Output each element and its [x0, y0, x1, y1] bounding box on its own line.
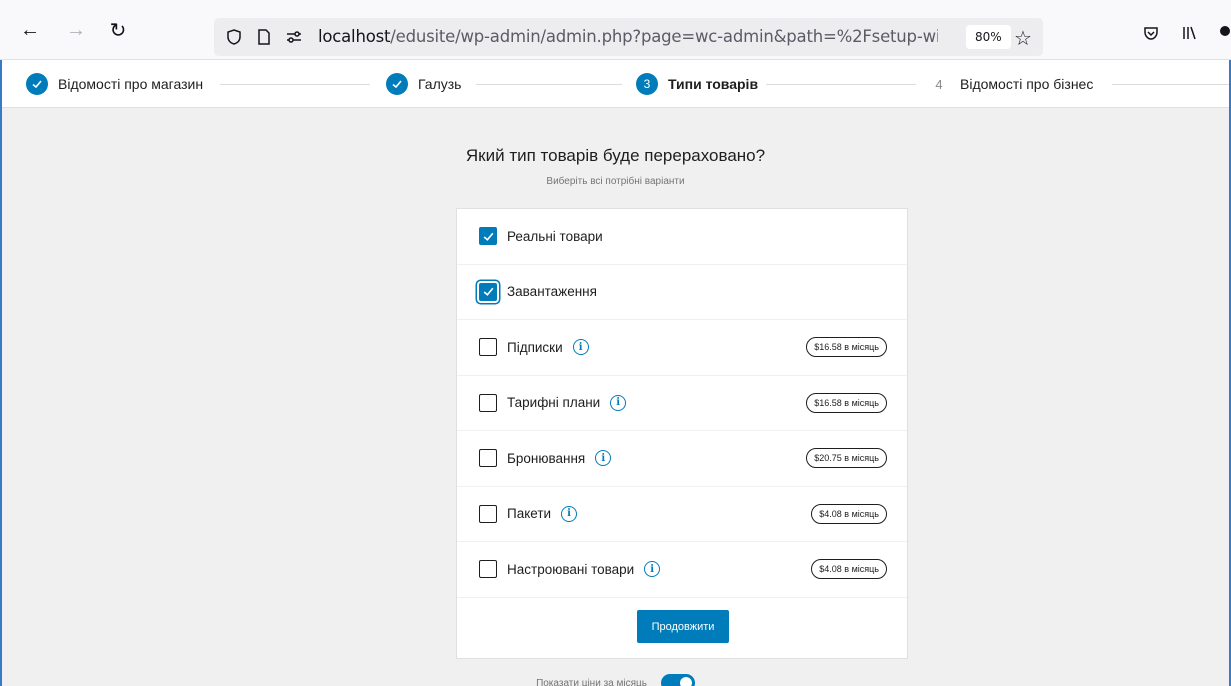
zoom-level[interactable]: 80%: [966, 25, 1011, 49]
option-memberships[interactable]: Тарифні плани i $16.58 в місяць: [457, 376, 907, 431]
toggle-label: Показати ціни за місяць: [536, 677, 647, 686]
step-label: Відомості про бізнес: [960, 76, 1094, 92]
info-icon[interactable]: i: [644, 561, 661, 578]
page-icon[interactable]: [254, 27, 274, 47]
step-label: Відомості про магазин: [58, 76, 204, 92]
info-icon[interactable]: i: [610, 394, 627, 411]
page-content: Відомості про магазин Галузь 3 Типи това…: [0, 60, 1231, 686]
back-icon[interactable]: ←: [14, 14, 46, 46]
product-types-card: Реальні товари Завантаження Підписки i $1…: [456, 208, 908, 659]
step-store-details[interactable]: Відомості про магазин: [26, 73, 203, 95]
option-customizable[interactable]: Настроювані товари i $4.08 в місяць: [457, 542, 907, 598]
option-bundles[interactable]: Пакети i $4.08 в місяць: [457, 487, 907, 542]
option-subscriptions[interactable]: Підписки i $16.58 в місяць: [457, 320, 907, 376]
info-icon[interactable]: i: [561, 505, 578, 522]
url-bar[interactable]: localhost/edusite/wp-admin/admin.php?pag…: [214, 18, 1043, 56]
permissions-icon[interactable]: [284, 27, 304, 47]
option-downloads[interactable]: Завантаження: [457, 265, 907, 320]
step-number: 4: [935, 76, 943, 92]
price-badge: $16.58 в місяць: [806, 337, 887, 358]
check-icon: [386, 73, 408, 95]
step-connector: [220, 84, 370, 85]
extension-icon[interactable]: [1218, 24, 1231, 47]
checkbox[interactable]: [479, 282, 497, 301]
step-connector: [1112, 84, 1229, 85]
option-label: Настроювані товари: [507, 561, 635, 577]
setup-stepper: Відомості про магазин Галузь 3 Типи това…: [2, 60, 1229, 108]
option-label: Пакети: [507, 506, 552, 522]
option-label: Тарифні плани: [507, 395, 601, 411]
reload-icon[interactable]: ↻: [102, 14, 134, 46]
check-icon: [26, 73, 48, 95]
option-physical[interactable]: Реальні товари: [457, 209, 907, 265]
checkbox[interactable]: [479, 449, 497, 468]
page-title: Який тип товарів буде перераховано?: [465, 146, 766, 165]
page-subtitle: Виберіть всі потрібні варіанти: [546, 176, 685, 187]
option-label: Підписки: [507, 339, 563, 355]
monthly-prices-toggle-row: Показати ціни за місяць: [2, 674, 1229, 686]
price-badge: $20.75 в місяць: [806, 448, 887, 469]
option-label: Бронювання: [507, 450, 586, 466]
step-label: Галузь: [418, 76, 462, 92]
url-text[interactable]: localhost/edusite/wp-admin/admin.php?pag…: [318, 27, 938, 46]
continue-button[interactable]: Продовжити: [637, 610, 729, 643]
price-badge: $4.08 в місяць: [811, 559, 887, 580]
option-label: Реальні товари: [507, 228, 603, 244]
checkbox[interactable]: [479, 338, 497, 357]
checkbox[interactable]: [479, 504, 497, 523]
bookmark-star-icon[interactable]: ☆: [1014, 26, 1032, 51]
url-host: localhost: [318, 27, 391, 46]
monthly-prices-toggle[interactable]: [660, 674, 695, 686]
browser-toolbar: ← → ↻ localhost/edusite/wp-admin/admin.p…: [0, 0, 1231, 60]
checkbox[interactable]: [479, 560, 497, 579]
step-product-types[interactable]: 3 Типи товарів: [636, 73, 758, 95]
price-badge: $16.58 в місяць: [806, 392, 887, 413]
price-badge: $4.08 в місяць: [811, 503, 887, 524]
info-icon[interactable]: i: [595, 450, 612, 467]
step-business-details[interactable]: 4 Відомості про бізнес: [928, 73, 1093, 95]
step-industry[interactable]: Галузь: [386, 73, 461, 95]
step-number: 3: [636, 73, 658, 95]
info-icon[interactable]: i: [572, 339, 589, 356]
option-bookings[interactable]: Бронювання i $20.75 в місяць: [457, 431, 907, 487]
pocket-icon[interactable]: [1142, 24, 1160, 47]
shield-icon[interactable]: [224, 27, 244, 47]
url-path: /edusite/wp-admin/admin.php?page=wc-admi…: [390, 27, 938, 46]
library-icon[interactable]: [1180, 24, 1198, 47]
forward-icon[interactable]: →: [60, 14, 92, 46]
step-label: Типи товарів: [668, 76, 759, 92]
checkbox[interactable]: [479, 393, 497, 412]
step-connector: [766, 84, 916, 85]
checkbox[interactable]: [479, 227, 497, 246]
step-connector: [476, 84, 622, 85]
option-label: Завантаження: [507, 284, 597, 300]
